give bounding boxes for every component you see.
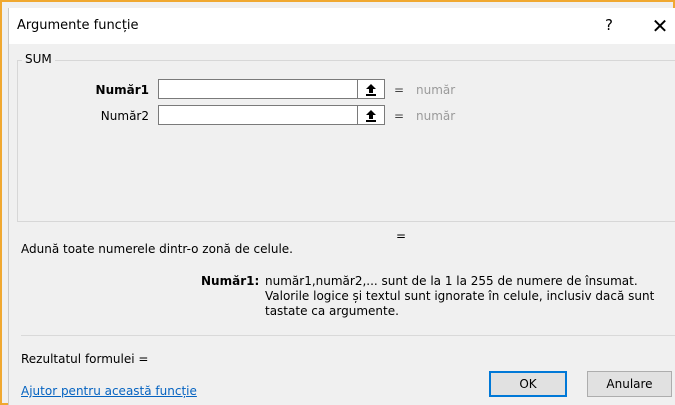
arg2-value: număr [416, 109, 456, 123]
help-link[interactable]: Ajutor pentru această funcție [21, 384, 197, 398]
argument-help-text: număr1,număr2,... sunt de la 1 la 255 de… [265, 274, 655, 318]
function-name-label: SUM [22, 52, 55, 66]
function-description: Adună toate numerele dintr-o zonă de cel… [21, 242, 293, 256]
title-bar: Argumente funcție ? ✕ [9, 8, 675, 44]
arg1-equals: = [394, 83, 405, 97]
argument-help-name: Număr1: [201, 274, 260, 288]
close-icon[interactable]: ✕ [645, 13, 675, 39]
cancel-button[interactable]: Anulare [587, 371, 672, 397]
help-button[interactable]: ? [605, 16, 613, 34]
arg1-label: Număr1 [95, 83, 149, 97]
arg1-value: număr [416, 83, 456, 97]
arg2-input[interactable] [158, 105, 358, 125]
arg2-label: Număr2 [100, 109, 149, 123]
arg1-input[interactable] [158, 79, 358, 99]
arg2-equals: = [394, 109, 405, 123]
arg2-ref-button[interactable] [358, 105, 385, 125]
dialog-title: Argumente funcție [17, 18, 139, 33]
collapse-dialog-arrow-icon [366, 110, 376, 122]
ok-button[interactable]: OK [489, 371, 567, 397]
function-result-equals: = [396, 229, 407, 243]
formula-result: Rezultatul formulei = [21, 352, 149, 366]
arg1-ref-button[interactable] [358, 79, 385, 99]
function-arguments-dialog: Argumente funcție ? ✕ SUM Număr1 = număr… [8, 8, 675, 405]
collapse-dialog-arrow-icon [366, 84, 376, 96]
divider [21, 335, 675, 336]
